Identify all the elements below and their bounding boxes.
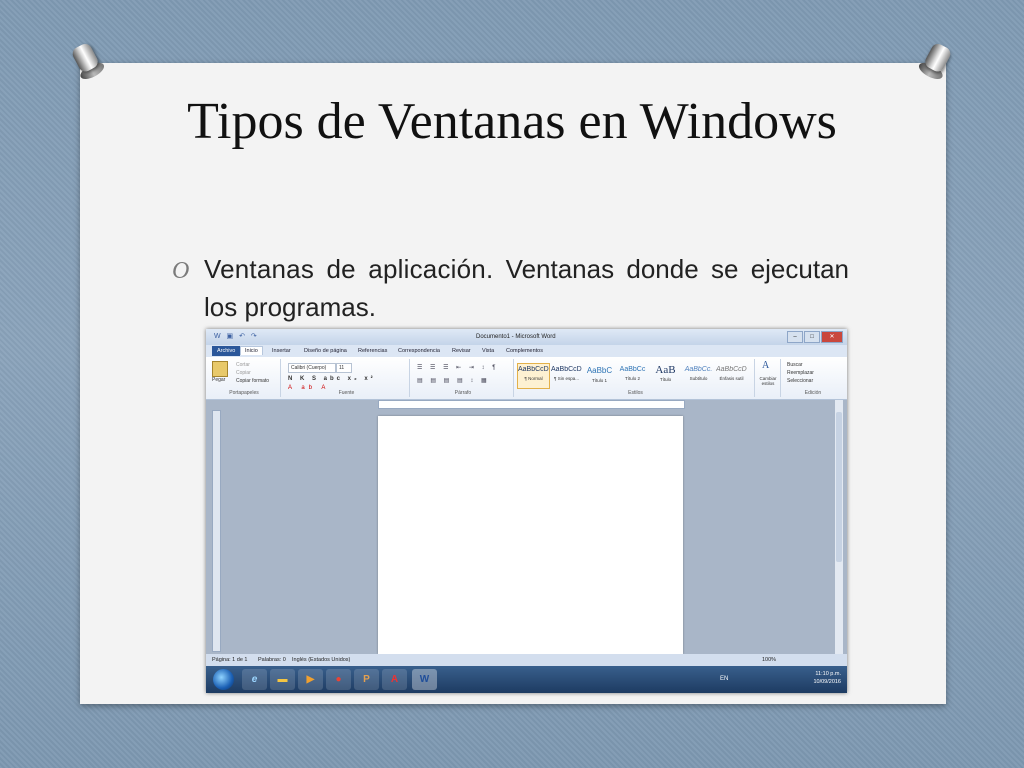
close-icon: ✕	[821, 331, 843, 343]
tray-date: 10/09/2016	[813, 679, 841, 685]
ribbon: Pegar Cortar Copiar Copiar formato Porta…	[206, 357, 847, 400]
tray-clock: 11:10 p.m. 10/09/2016	[813, 670, 841, 686]
tab-diseno: Diseño de página	[304, 348, 347, 354]
tab-archivo: Archivo	[212, 346, 241, 356]
document-area	[206, 400, 847, 654]
style-name: Título 2	[624, 376, 640, 381]
tab-correspondencia: Correspondencia	[398, 348, 440, 354]
explorer-icon: ▬	[270, 669, 295, 690]
style-name: Énfasis sutil	[719, 376, 744, 381]
style-name: ¶ Sin espa...	[554, 376, 579, 381]
style-sample: AaBbC	[586, 366, 613, 375]
bullet-bold-term: Ventanas de aplicación.	[204, 254, 494, 284]
tab-insertar: Insertar	[272, 348, 291, 354]
bullet-mark: O	[172, 258, 190, 284]
tab-complementos: Complementos	[506, 348, 543, 354]
change-styles-group: A Cambiar estilos	[756, 359, 781, 397]
horizontal-ruler	[378, 400, 685, 409]
font-group-label: Fuente	[338, 390, 355, 396]
style-sample: AaBbCc.	[684, 366, 713, 373]
paste-icon	[212, 361, 228, 377]
acrobat-icon: A	[382, 669, 407, 690]
tab-vista: Vista	[482, 348, 495, 354]
find-label: Buscar	[787, 362, 803, 368]
blank-page	[378, 416, 683, 654]
word-window-title: Documento1 - Microsoft Word	[476, 334, 556, 340]
style-name: Subtítulo	[689, 376, 708, 381]
style-normal: AaBbCcDc ¶ Normal	[517, 363, 550, 389]
status-page: Página: 1 de 1	[212, 657, 248, 663]
window-controls: – □ ✕	[787, 331, 843, 343]
styles-group-label: Estilos	[628, 390, 643, 396]
start-orb-icon	[213, 669, 234, 690]
style-titulo-2: AaBbCc Título 2	[616, 363, 649, 389]
media-player-icon: ▶	[298, 669, 323, 690]
style-sample: AaB	[655, 364, 676, 376]
paste-label: Pegar	[212, 377, 226, 383]
maximize-icon: □	[804, 331, 820, 343]
font-size-field: 11	[336, 363, 352, 373]
styles-group: AaBbCcDc ¶ Normal AaBbCcDc ¶ Sin espa... A…	[517, 359, 755, 397]
font-group: Calibri (Cuerpo) 11 N K S abc x₂ x² A ab…	[284, 359, 410, 397]
quick-access-icons: W ▣ ↶ ↷	[214, 333, 259, 340]
word-title-bar: W ▣ ↶ ↷ Documento1 - Microsoft Word – □ …	[206, 329, 847, 345]
font-name-field: Calibri (Cuerpo)	[288, 363, 336, 373]
tray-language: EN	[720, 676, 729, 682]
select-label: Seleccionar	[787, 378, 814, 384]
tray-time: 11:10 p.m.	[815, 671, 841, 677]
cut-label: Cortar	[236, 362, 250, 368]
vertical-scrollbar	[835, 400, 843, 654]
clipboard-group: Pegar Cortar Copiar Copiar formato Porta…	[208, 359, 281, 397]
bullet-text: Ventanas de aplicación. Ventanas donde s…	[204, 250, 849, 326]
chrome-icon: ●	[326, 669, 351, 690]
ie-icon: e	[242, 669, 267, 690]
style-name: ¶ Normal	[524, 376, 543, 381]
status-language: Inglés (Estados Unidos)	[292, 657, 351, 663]
paragraph-group-label: Párrafo	[454, 390, 472, 396]
style-name: Título	[659, 377, 672, 382]
replace-label: Reemplazar	[787, 370, 814, 376]
ribbon-tabs: Archivo Inicio Insertar Diseño de página…	[206, 345, 847, 357]
status-bar: Página: 1 de 1 Palabras: 0 Inglés (Estad…	[206, 654, 847, 666]
tab-referencias: Referencias	[358, 348, 388, 354]
tab-revisar: Revisar	[452, 348, 471, 354]
format-painter-label: Copiar formato	[236, 378, 270, 384]
style-enfasis-sutil: AaBbCcDc Énfasis sutil	[715, 363, 748, 389]
slide-title: Tipos de Ventanas en Windows	[187, 93, 837, 150]
paragraph-group: ☰ ☰ ☰ ⇤ ⇥ ↕ ¶ ▤ ▤ ▤ ▤ ↕ ▦ Párrafo	[413, 359, 514, 397]
style-sample: AaBbCcDc	[551, 366, 582, 373]
style-sample: AaBbCcDc	[518, 366, 549, 373]
status-words: Palabras: 0	[258, 657, 286, 663]
editing-group: Buscar Reemplazar Seleccionar Edición	[783, 359, 843, 397]
powerpoint-icon: P	[354, 669, 379, 690]
style-titulo-1: AaBbC Título 1	[583, 363, 616, 389]
word-taskbar-icon: W	[412, 669, 437, 690]
style-sin-espaciado: AaBbCcDc ¶ Sin espa...	[550, 363, 583, 389]
list-buttons-icon: ☰ ☰ ☰ ⇤ ⇥ ↕ ¶	[417, 365, 499, 371]
vertical-ruler	[212, 410, 221, 652]
status-zoom: 100%	[762, 657, 777, 663]
editing-group-label: Edición	[804, 390, 822, 396]
style-name: Título 1	[591, 378, 607, 383]
copy-label: Copiar	[236, 370, 251, 376]
word-window-screenshot: W ▣ ↶ ↷ Documento1 - Microsoft Word – □ …	[206, 329, 847, 693]
style-sample: AaBbCc	[619, 366, 646, 373]
style-titulo: AaB Título	[649, 363, 682, 389]
align-buttons-icon: ▤ ▤ ▤ ▤ ↕ ▦	[417, 378, 490, 384]
tab-inicio: Inicio	[240, 346, 263, 355]
style-sample: AaBbCcDc	[716, 366, 747, 373]
windows-taskbar: e ▬ ▶ ● P A W EN 11:10 p.m. 10/09/2016	[206, 666, 847, 693]
format-buttons-icon: N K S abc x₂ x²	[288, 376, 376, 382]
minimize-icon: –	[787, 331, 803, 343]
change-styles-icon: A	[762, 360, 770, 371]
change-styles-label: Cambiar estilos	[759, 376, 777, 386]
style-subtitulo: AaBbCc. Subtítulo	[682, 363, 715, 389]
clipboard-group-label: Portapapeles	[229, 390, 259, 396]
